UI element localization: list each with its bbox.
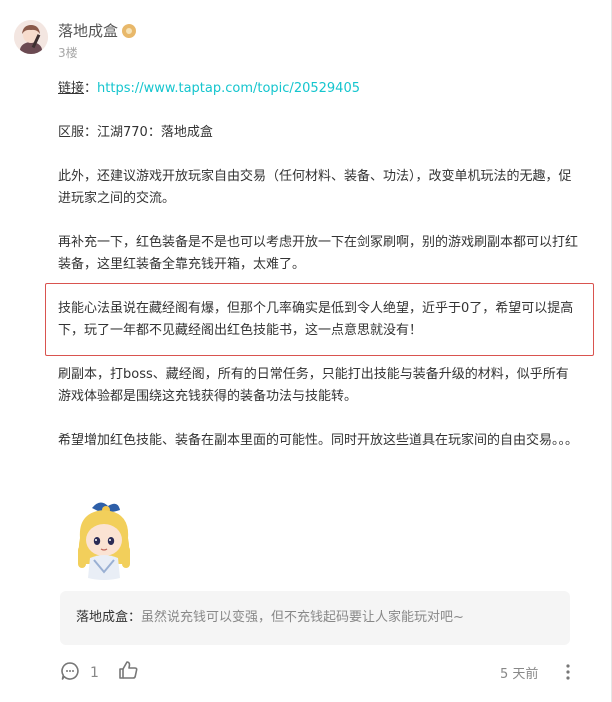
paragraph: 此外，还建议游戏开放玩家自由交易（任何材料、装备、功法），改变单机玩法的无趣，促… — [58, 169, 572, 206]
comment-count: 1 — [90, 665, 99, 681]
paragraph: 刷副本，打boss、藏经阁，所有的日常任务，只能打出技能与装备升级的材料，似乎所… — [58, 367, 569, 404]
floor-number: 3楼 — [58, 46, 78, 60]
like-button[interactable] — [117, 659, 139, 685]
chibi-girl-sticker — [70, 500, 140, 582]
post-content: 链接：https://www.taptap.com/topic/20529405… — [58, 78, 578, 474]
server-line: 区服：江湖770：落地成盒 — [58, 125, 213, 140]
user-badge-icon — [122, 24, 137, 38]
paragraph: 希望增加红色技能、装备在副本里面的可能性。同时开放这些道具在玩家间的自由交易。。… — [58, 433, 579, 448]
paragraph: 再补充一下，红色装备是不是也可以考虑开放一下在剑冢刷啊，别的游戏刷副本都可以打红… — [58, 235, 579, 272]
post-author[interactable]: 落地成盒 — [58, 20, 137, 42]
more-vertical-icon — [560, 664, 576, 686]
reply-preview[interactable]: 落地成盒：虽然说充钱可以变强，但不充钱起码要让人家能玩对吧~ — [60, 591, 570, 645]
reply-author[interactable]: 落地成盒 — [76, 610, 128, 625]
topic-link[interactable]: https://www.taptap.com/topic/20529405 — [97, 81, 360, 96]
link-line: 链接：https://www.taptap.com/topic/20529405 — [58, 81, 360, 96]
comment-button[interactable]: 1 — [60, 661, 99, 685]
username[interactable]: 落地成盒 — [58, 20, 118, 42]
highlight-box — [45, 283, 594, 356]
post-actions: 1 5 天前 — [60, 658, 580, 686]
more-button[interactable] — [560, 662, 576, 682]
avatar[interactable] — [14, 20, 48, 54]
comment-icon — [60, 661, 80, 685]
thumbs-up-icon — [117, 661, 139, 685]
reply-text: 虽然说充钱可以变强，但不充钱起码要让人家能玩对吧~ — [141, 610, 464, 625]
link-label: 链接 — [58, 81, 85, 96]
post-time: 5 天前 — [500, 667, 539, 682]
